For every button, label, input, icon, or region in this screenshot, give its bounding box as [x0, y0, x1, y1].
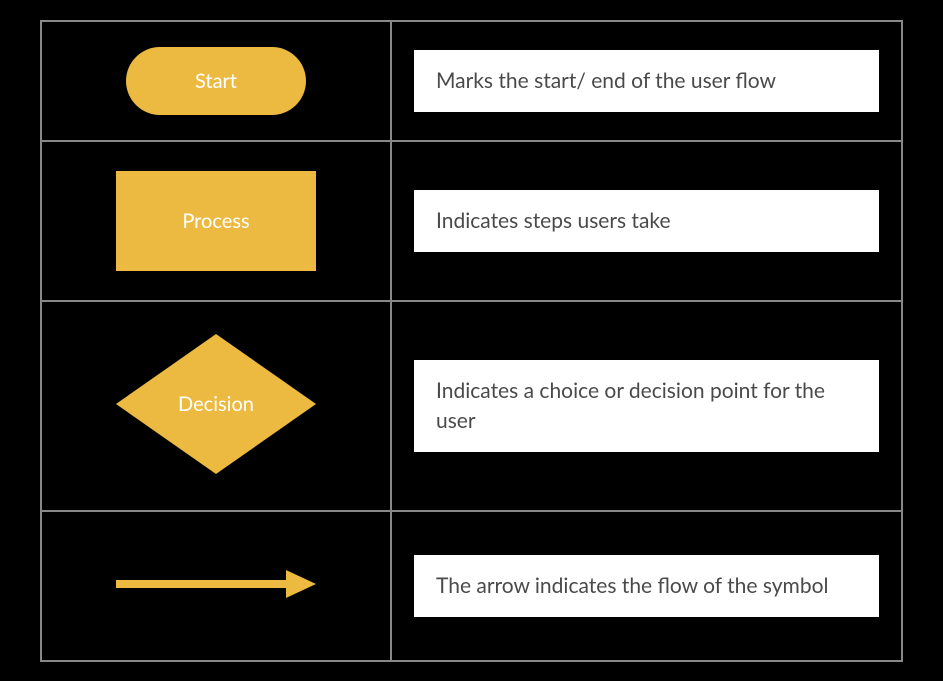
flowchart-legend-table: Start Marks the start/ end of the user f… [40, 20, 903, 662]
shape-cell: Decision [41, 301, 391, 511]
description-cell: The arrow indicates the flow of the symb… [391, 511, 902, 661]
description-box: Marks the start/ end of the user flow [414, 50, 879, 112]
shape-cell [41, 511, 391, 661]
arrow-shape [111, 564, 321, 608]
decision-shape: Decision [116, 334, 316, 474]
legend-row: Process Indicates steps users take [41, 141, 902, 301]
description-box: The arrow indicates the flow of the symb… [414, 555, 879, 617]
description-text: Marks the start/ end of the user flow [436, 68, 776, 93]
description-cell: Indicates a choice or decision point for… [391, 301, 902, 511]
description-cell: Marks the start/ end of the user flow [391, 21, 902, 141]
description-box: Indicates steps users take [414, 190, 879, 252]
description-cell: Indicates steps users take [391, 141, 902, 301]
description-text: The arrow indicates the flow of the symb… [436, 573, 828, 598]
shape-cell: Start [41, 21, 391, 141]
legend-row: The arrow indicates the flow of the symb… [41, 511, 902, 661]
arrow-icon [111, 564, 321, 604]
shape-label: Decision [178, 392, 254, 416]
legend-row: Decision Indicates a choice or decision … [41, 301, 902, 511]
shape-label: Start [195, 69, 237, 93]
description-text: Indicates a choice or decision point for… [436, 378, 825, 433]
description-box: Indicates a choice or decision point for… [414, 360, 879, 453]
process-shape: Process [116, 171, 316, 271]
shape-cell: Process [41, 141, 391, 301]
legend-row: Start Marks the start/ end of the user f… [41, 21, 902, 141]
terminator-shape: Start [126, 47, 306, 115]
description-text: Indicates steps users take [436, 208, 671, 233]
shape-label: Process [182, 209, 249, 233]
